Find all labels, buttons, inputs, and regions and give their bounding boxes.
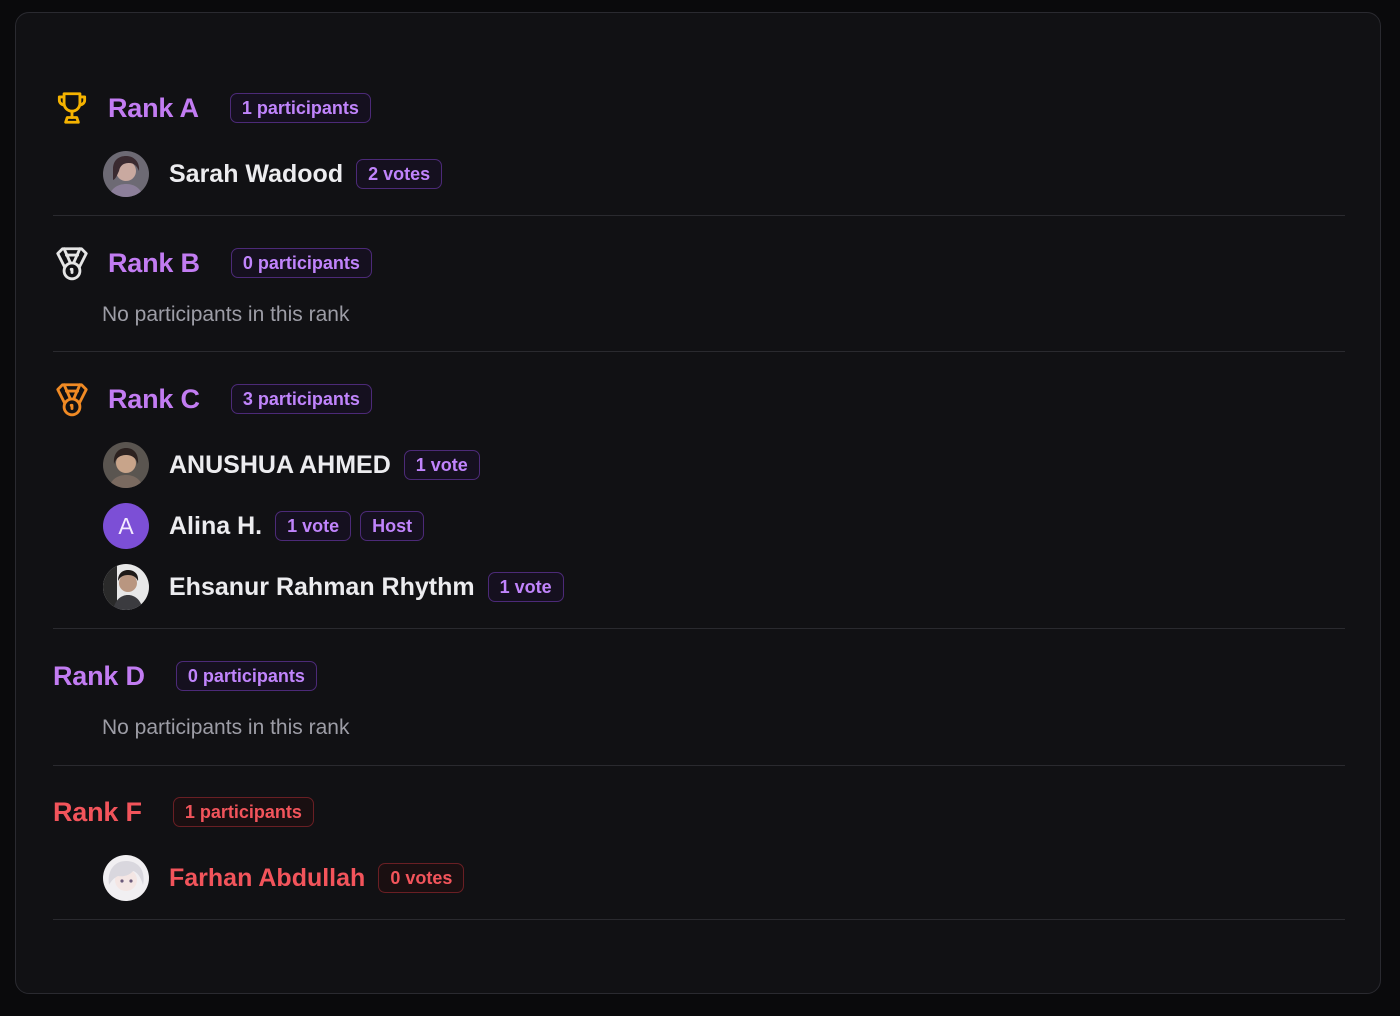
medal-bronze-icon xyxy=(53,382,93,417)
participant-count-badge: 1 participants xyxy=(172,797,314,827)
participant-name: Farhan Abdullah xyxy=(169,863,366,892)
participant-row[interactable]: Farhan Abdullah 0 votes xyxy=(103,853,1345,903)
participant-count-badge: 1 participants xyxy=(229,93,371,123)
rank-title: Rank A xyxy=(108,92,199,123)
avatar: A xyxy=(103,503,149,549)
participant-name: ANUSHUA AHMED xyxy=(169,450,391,479)
host-badge: Host xyxy=(360,511,425,541)
rank-section-f: Rank F 1 participants Farhan Abdullah 0 … xyxy=(53,766,1345,920)
rank-header: Rank B 0 participants xyxy=(53,246,1345,281)
rank-section-a: Rank A 1 participants Sarah Wadood 2 vot… xyxy=(53,13,1345,216)
rank-header: Rank C 3 participants xyxy=(53,382,1345,417)
rankings-card: Rank A 1 participants Sarah Wadood 2 vot… xyxy=(15,12,1381,994)
participant-count-badge: 0 participants xyxy=(175,661,317,691)
rankings-list: Rank A 1 participants Sarah Wadood 2 vot… xyxy=(53,13,1345,920)
rank-header: Rank A 1 participants xyxy=(53,91,1345,125)
empty-rank-message: No participants in this rank xyxy=(102,716,350,739)
rank-section-b: Rank B 0 participants No participants in… xyxy=(53,216,1345,352)
avatar xyxy=(103,564,149,610)
participant-row[interactable]: Sarah Wadood 2 votes xyxy=(103,149,1345,199)
participant-count-badge: 3 participants xyxy=(230,384,372,414)
avatar xyxy=(103,855,149,901)
participant-row[interactable]: Ehsanur Rahman Rhythm 1 vote xyxy=(103,562,1345,612)
votes-badge: 1 vote xyxy=(275,511,352,541)
participant-row[interactable]: A Alina H. 1 vote Host xyxy=(103,501,1345,551)
votes-badge: 2 votes xyxy=(356,159,443,189)
votes-badge: 0 votes xyxy=(378,863,465,893)
participant-count-badge: 0 participants xyxy=(230,248,372,278)
rank-title: Rank C xyxy=(108,383,200,414)
trophy-icon xyxy=(53,91,93,125)
votes-badge: 1 vote xyxy=(403,450,480,480)
rank-title: Rank F xyxy=(53,796,142,827)
empty-rank-message: No participants in this rank xyxy=(102,303,350,326)
rank-header: Rank F 1 participants xyxy=(53,795,1345,829)
participant-name: Alina H. xyxy=(169,511,263,540)
avatar xyxy=(103,151,149,197)
participant-name: Ehsanur Rahman Rhythm xyxy=(169,572,475,601)
rank-title: Rank D xyxy=(53,660,145,691)
participant-row[interactable]: ANUSHUA AHMED 1 vote xyxy=(103,440,1345,490)
rank-title: Rank B xyxy=(108,247,200,278)
votes-badge: 1 vote xyxy=(487,572,564,602)
participant-name: Sarah Wadood xyxy=(169,159,344,188)
avatar xyxy=(103,442,149,488)
rank-header: Rank D 0 participants xyxy=(53,659,1345,693)
rank-section-c: Rank C 3 participants ANUSHUA AHMED 1 vo… xyxy=(53,352,1345,629)
rank-section-d: Rank D 0 participants No participants in… xyxy=(53,629,1345,766)
medal-silver-icon xyxy=(53,246,93,281)
